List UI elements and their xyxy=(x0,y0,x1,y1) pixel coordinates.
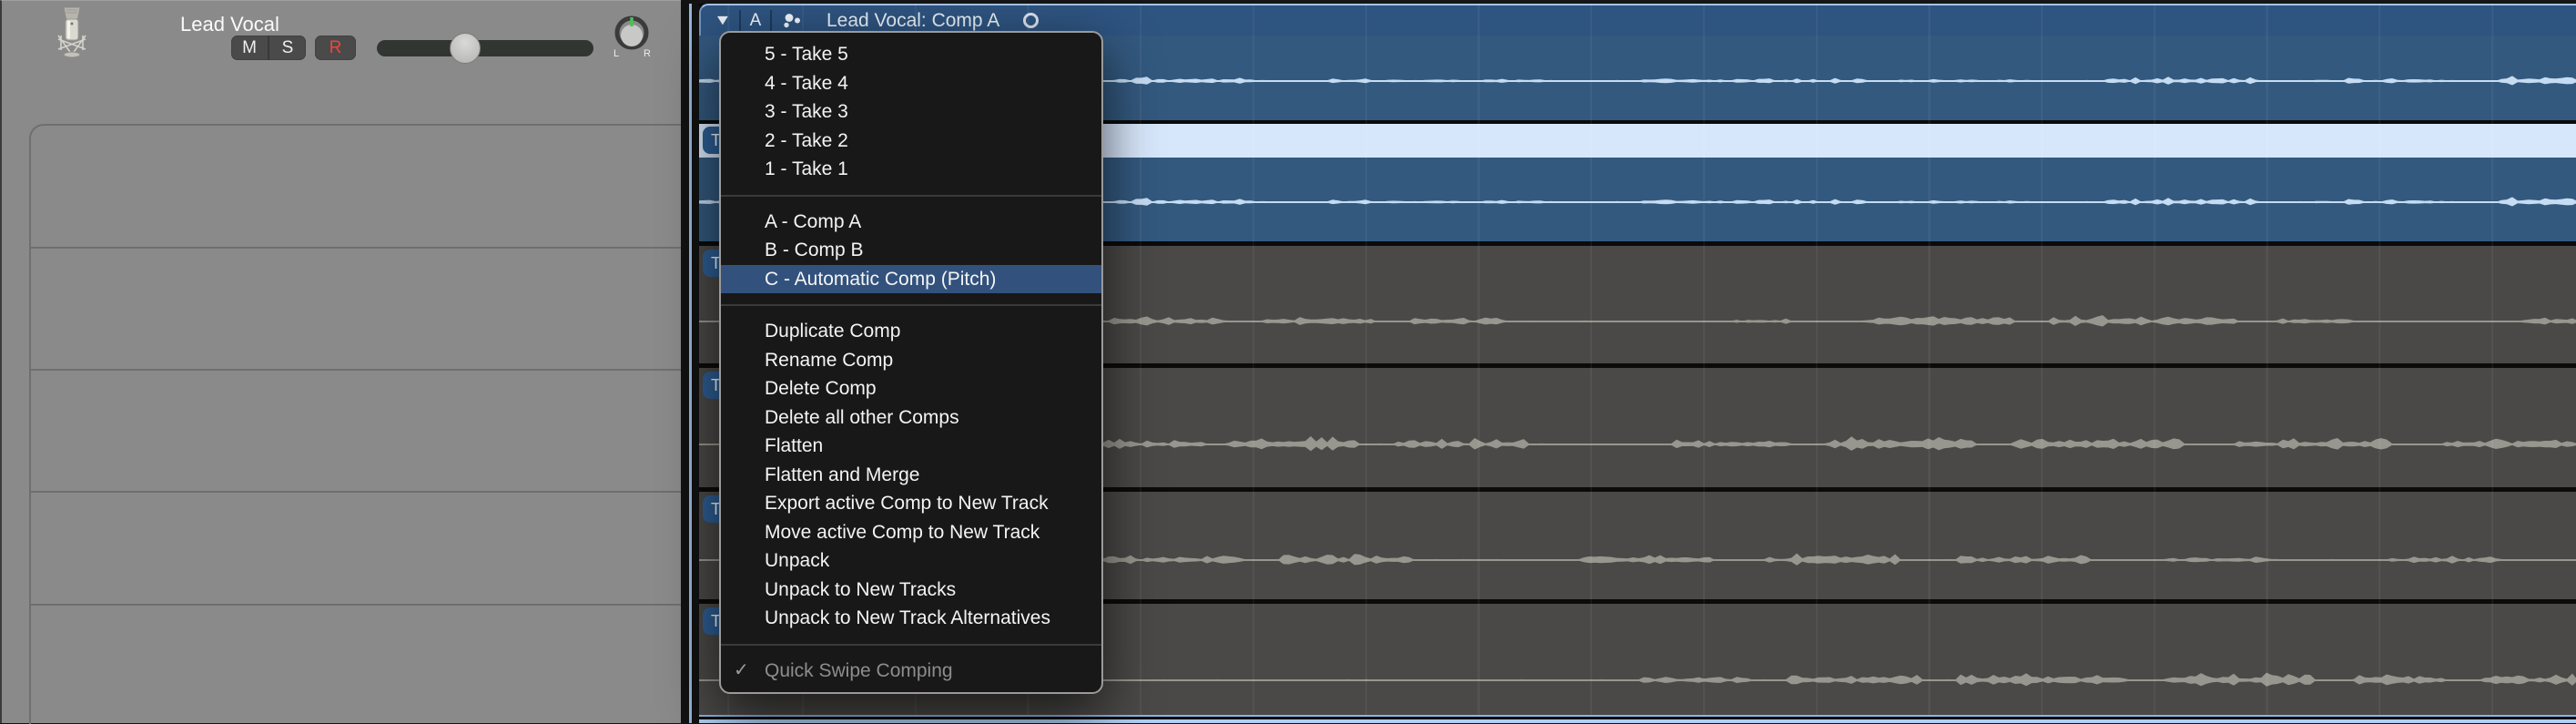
menu-item-2-take-2[interactable]: 2 - Take 2 xyxy=(721,127,1101,156)
menu-item-flatten[interactable]: Flatten xyxy=(721,432,1101,461)
lane-header-area xyxy=(29,124,681,724)
menu-item-label: Unpack xyxy=(765,550,829,571)
disclosure-triangle-icon[interactable]: ▼ xyxy=(714,13,732,29)
lane-separator xyxy=(31,247,683,249)
menu-item-3-take-3[interactable]: 3 - Take 3 xyxy=(721,97,1101,127)
comp-menu: 5 - Take 5 4 - Take 4 3 - Take 3 2 - Take 2… xyxy=(719,31,1103,694)
track-header-panel: Lead Vocal M S R L R xyxy=(0,0,681,723)
menu-item-label: Quick Swipe Comping xyxy=(765,660,953,681)
volume-slider[interactable] xyxy=(377,40,593,56)
menu-item-rename-comp[interactable]: Rename Comp xyxy=(721,346,1101,375)
pan-knob[interactable]: L R xyxy=(613,14,651,59)
menu-divider xyxy=(721,304,1101,306)
pan-right-label: R xyxy=(644,48,651,59)
menu-item-duplicate-comp[interactable]: Duplicate Comp xyxy=(721,317,1101,346)
menu-item-label: Rename Comp xyxy=(765,350,893,371)
menu-item-c-automatic-comp-pitch[interactable]: C - Automatic Comp (Pitch) xyxy=(721,265,1101,294)
menu-item-label: B - Comp B xyxy=(765,240,864,260)
lane-separator xyxy=(31,604,683,606)
menu-item-delete-comp[interactable]: Delete Comp xyxy=(721,374,1101,403)
mute-button[interactable]: M xyxy=(231,36,269,60)
menu-item-flatten-and-merge[interactable]: Flatten and Merge xyxy=(721,461,1101,490)
menu-item-a-comp-a[interactable]: A - Comp A xyxy=(721,208,1101,237)
menu-item-unpack[interactable]: Unpack xyxy=(721,546,1101,576)
menu-item-label: Unpack to New Track Alternatives xyxy=(765,607,1050,628)
menu-item-label: 3 - Take 3 xyxy=(765,101,848,122)
menu-item-label: Delete all other Comps xyxy=(765,407,959,428)
menu-item-1-take-1[interactable]: 1 - Take 1 xyxy=(721,155,1101,184)
menu-item-label: 4 - Take 4 xyxy=(765,73,848,94)
status-circle-icon[interactable] xyxy=(1023,13,1039,28)
menu-item-label: C - Automatic Comp (Pitch) xyxy=(765,269,996,290)
track-name[interactable]: Lead Vocal xyxy=(180,13,279,36)
menu-item-quick-swipe-comping: ✓ Quick Swipe Comping xyxy=(721,657,1101,686)
take-folder-title: Lead Vocal: Comp A xyxy=(827,10,999,32)
menu-item-export-active-comp-to-new-track[interactable]: Export active Comp to New Track xyxy=(721,489,1101,518)
menu-item-unpack-to-new-track-alternatives[interactable]: Unpack to New Track Alternatives xyxy=(721,604,1101,633)
menu-item-4-take-4[interactable]: 4 - Take 4 xyxy=(721,69,1101,98)
menu-item-label: 1 - Take 1 xyxy=(765,158,848,179)
mute-solo-group: M S xyxy=(231,36,306,60)
lane-separator xyxy=(31,369,683,371)
menu-item-label: 5 - Take 5 xyxy=(765,44,848,65)
menu-item-label: Delete Comp xyxy=(765,378,877,399)
menu-item-delete-all-other-comps[interactable]: Delete all other Comps xyxy=(721,403,1101,433)
pan-left-label: L xyxy=(614,48,619,59)
menu-item-label: Flatten and Merge xyxy=(765,464,919,485)
menu-item-label: 2 - Take 2 xyxy=(765,130,848,151)
menu-item-move-active-comp-to-new-track[interactable]: Move active Comp to New Track xyxy=(721,518,1101,547)
menu-item-unpack-to-new-tracks[interactable]: Unpack to New Tracks xyxy=(721,576,1101,605)
menu-divider xyxy=(721,195,1101,197)
menu-item-label: Move active Comp to New Track xyxy=(765,522,1040,543)
microphone-icon xyxy=(52,6,92,59)
active-comp-letter[interactable]: A xyxy=(750,11,762,31)
menu-divider xyxy=(721,644,1101,646)
menu-item-b-comp-b[interactable]: B - Comp B xyxy=(721,236,1101,265)
take-folder-icon xyxy=(781,12,805,30)
menu-item-5-take-5[interactable]: 5 - Take 5 xyxy=(721,40,1101,69)
solo-button[interactable]: S xyxy=(269,36,306,60)
menu-item-label: Unpack to New Tracks xyxy=(765,579,956,600)
selected-region-border xyxy=(689,4,692,723)
volume-slider-thumb[interactable] xyxy=(450,33,481,64)
menu-item-label: Flatten xyxy=(765,435,823,456)
menu-item-label: Export active Comp to New Track xyxy=(765,493,1049,514)
lane-separator xyxy=(31,491,683,493)
record-enable-button[interactable]: R xyxy=(315,36,356,60)
next-region-border xyxy=(699,719,2576,723)
menu-item-label: Duplicate Comp xyxy=(765,321,900,342)
checkmark-icon: ✓ xyxy=(734,657,749,686)
menu-item-label: A - Comp A xyxy=(765,211,861,232)
